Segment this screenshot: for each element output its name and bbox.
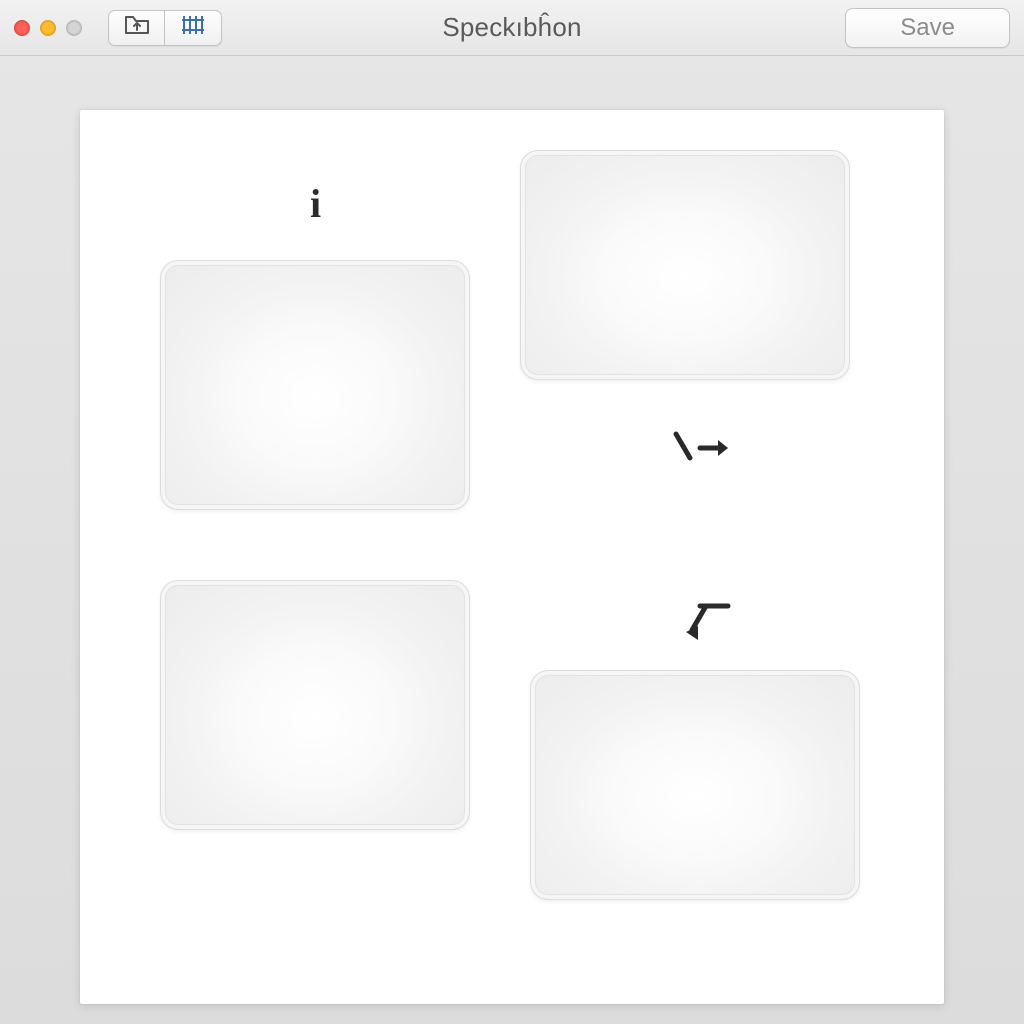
arrow-kink-icon [680, 600, 740, 650]
grid-icon [181, 14, 205, 41]
close-icon[interactable] [14, 20, 30, 36]
grid-button[interactable] [165, 11, 221, 45]
minimize-icon[interactable] [40, 20, 56, 36]
folder-up-icon [124, 14, 150, 41]
panel-bottom-left[interactable] [160, 580, 470, 830]
arrow-down-right-icon [670, 430, 730, 470]
maximize-icon[interactable] [66, 20, 82, 36]
save-button[interactable]: Save [845, 8, 1010, 48]
panel-top-left[interactable] [160, 260, 470, 510]
panel-top-right[interactable] [520, 150, 850, 380]
folder-up-button[interactable] [109, 11, 165, 45]
panel-bottom-right[interactable] [530, 670, 860, 900]
canvas[interactable]: i [80, 110, 944, 1004]
window-controls [14, 20, 82, 36]
info-icon: i [310, 180, 321, 227]
toolbar-segmented [108, 10, 222, 46]
titlebar: Speckıbĥon Save [0, 0, 1024, 56]
save-button-label: Save [900, 14, 955, 42]
